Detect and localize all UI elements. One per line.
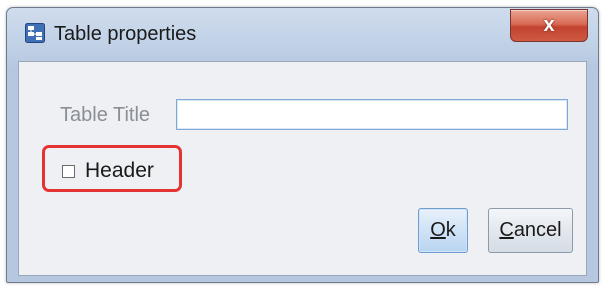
dialog-window: Table properties x Table Title Header Ok… [6, 7, 599, 283]
title-bar[interactable]: Table properties x [7, 8, 598, 60]
dialog-content: Table Title Header Ok Cancel [18, 61, 587, 276]
table-title-input[interactable] [176, 99, 568, 130]
table-properties-icon [25, 23, 45, 43]
cancel-label-rest: ancel [513, 219, 562, 241]
ok-button[interactable]: Ok [418, 208, 468, 253]
cancel-button[interactable]: Cancel [488, 208, 573, 253]
ok-mnemonic: O [430, 219, 446, 241]
window-title: Table properties [54, 23, 197, 45]
close-button[interactable]: x [510, 9, 588, 42]
header-checkbox-label[interactable]: Header [85, 159, 154, 183]
cancel-mnemonic: C [499, 219, 514, 241]
header-checkbox[interactable] [62, 165, 75, 178]
ok-label-rest: k [445, 219, 456, 241]
table-title-label: Table Title [60, 104, 151, 126]
close-icon: x [543, 14, 555, 36]
